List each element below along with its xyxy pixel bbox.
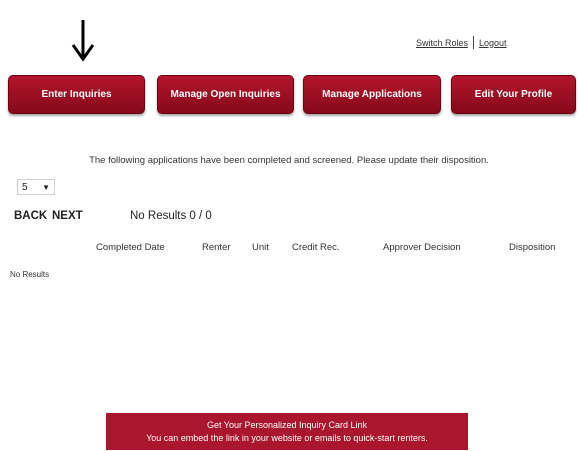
- switch-roles-link[interactable]: Switch Roles: [416, 38, 468, 48]
- manage-applications-button[interactable]: Manage Applications: [303, 75, 441, 114]
- column-header-unit[interactable]: Unit: [252, 242, 269, 253]
- column-header-disposition[interactable]: Disposition: [509, 242, 555, 253]
- top-links: Switch Roles Logout: [416, 36, 507, 49]
- chevron-down-icon: ▼: [42, 182, 50, 192]
- banner-subtitle: You can embed the link in your website o…: [146, 432, 428, 443]
- column-header-completed-date[interactable]: Completed Date: [96, 242, 165, 253]
- next-button[interactable]: NEXT: [52, 210, 83, 222]
- inquiry-card-link-banner[interactable]: Get Your Personalized Inquiry Card Link …: [106, 413, 468, 450]
- back-button[interactable]: BACK: [14, 210, 47, 222]
- no-results-text: No Results: [10, 270, 50, 279]
- page-size-value: 5: [22, 181, 28, 193]
- results-count: No Results 0 / 0: [130, 210, 212, 222]
- manage-open-inquiries-button[interactable]: Manage Open Inquiries: [157, 75, 294, 114]
- logout-link[interactable]: Logout: [479, 38, 507, 48]
- column-header-credit-rec[interactable]: Credit Rec.: [292, 242, 340, 253]
- column-header-approver-decision[interactable]: Approver Decision: [383, 242, 461, 253]
- down-arrow-icon: [71, 20, 95, 62]
- banner-title: Get Your Personalized Inquiry Card Link: [206, 419, 368, 430]
- page-size-select[interactable]: 5 ▼: [17, 179, 55, 195]
- link-divider: [473, 36, 475, 49]
- column-header-renter[interactable]: Renter: [202, 242, 231, 253]
- edit-profile-button[interactable]: Edit Your Profile: [451, 75, 576, 114]
- enter-inquiries-button[interactable]: Enter Inquiries: [8, 75, 145, 114]
- intro-text: The following applications have been com…: [89, 155, 489, 166]
